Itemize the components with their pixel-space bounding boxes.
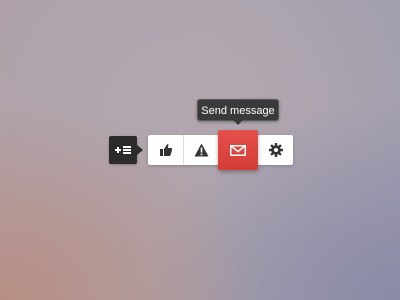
settings-button[interactable] <box>258 135 293 165</box>
gear-icon <box>268 143 283 157</box>
stage: Send message <box>0 0 400 300</box>
action-toolbar <box>148 130 293 170</box>
warning-icon <box>194 143 209 157</box>
send-message-tooltip: Send message <box>197 99 279 125</box>
warning-button[interactable] <box>183 135 219 165</box>
add-list-icon <box>115 145 131 155</box>
like-button[interactable] <box>148 135 183 165</box>
mail-icon <box>230 144 246 156</box>
thumbs-up-icon <box>159 143 173 157</box>
toggle-menu-button[interactable] <box>109 136 143 164</box>
send-message-button[interactable] <box>218 130 258 170</box>
